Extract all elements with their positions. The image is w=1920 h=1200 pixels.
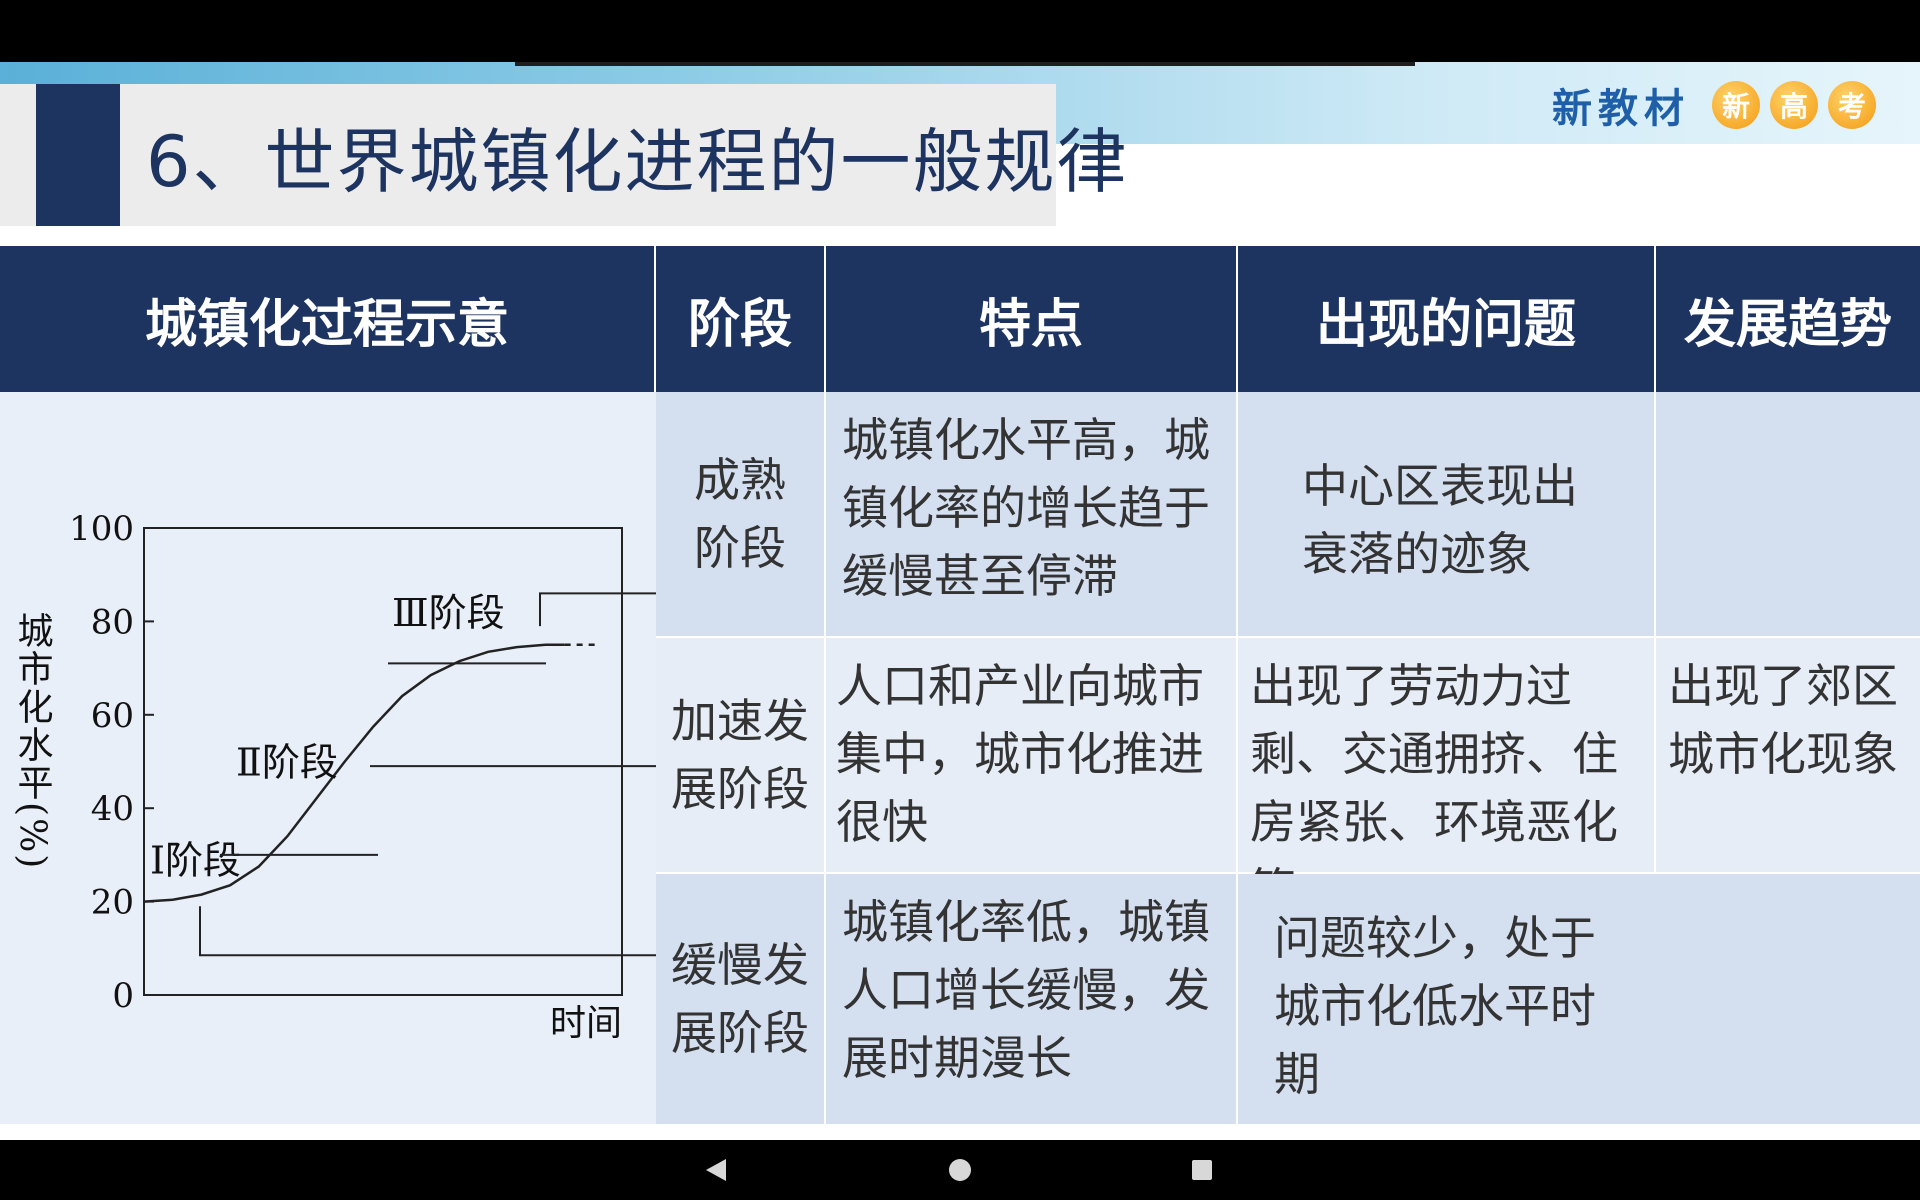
urbanization-table: 城镇化过程示意 阶段 特点 出现的问题 发展趋势 0 20 40 60 80 100 城市化… xyxy=(0,246,1920,1140)
header-stage: 阶段 xyxy=(656,246,826,392)
y-tick-label: 40 xyxy=(91,789,134,829)
features-slow: 城镇化率低，城镇人口增长缓慢，发展时期漫长 xyxy=(826,874,1238,1124)
y-tick-label: 0 xyxy=(112,976,134,1016)
stage-1-label: Ⅰ阶段 xyxy=(150,839,241,883)
leader-line-mature xyxy=(539,592,656,627)
slide: 6、世界城镇化进程的一般规律 新教材 新 高 考 城镇化过程示意 阶段 特点 出… xyxy=(0,62,1920,1140)
title-accent-bar xyxy=(36,84,120,226)
header-features: 特点 xyxy=(826,246,1238,392)
trend-mature xyxy=(1656,392,1920,638)
problems-slow: 问题较少，处于城市化低水平时期 xyxy=(1238,874,1920,1124)
stage-accelerating: 加速发展阶段 xyxy=(656,638,826,874)
recents-icon xyxy=(1192,1160,1212,1180)
y-axis-label: 城市化水平(%) xyxy=(12,612,53,870)
back-icon xyxy=(706,1159,726,1181)
slide-title: 6、世界城镇化进程的一般规律 xyxy=(146,121,1129,203)
y-tick-label: 60 xyxy=(91,696,134,736)
brand-circle-2: 高 xyxy=(1770,81,1818,129)
problems-accelerating: 出现了劳动力过剩、交通拥挤、住房紧张、环境恶化等 xyxy=(1238,638,1656,917)
home-icon xyxy=(949,1159,971,1181)
header-trend: 发展趋势 xyxy=(1656,246,1920,392)
features-mature: 城镇化水平高，城镇化率的增长趋于缓慢甚至停滞 xyxy=(826,392,1238,638)
nav-back-button[interactable] xyxy=(694,1148,738,1192)
nav-home-button[interactable] xyxy=(938,1148,982,1192)
y-tick-label: 100 xyxy=(69,509,134,549)
plot-frame xyxy=(143,527,623,996)
urbanization-curve-chart: 0 20 40 60 80 100 城市化水平(%) 时间 Ⅰ阶段 Ⅱ阶段 Ⅲ阶段 xyxy=(12,509,656,1044)
brand-text: 新教材 xyxy=(1552,86,1690,132)
stage-mature: 成熟阶段 xyxy=(656,392,826,638)
stage-2-label: Ⅱ阶段 xyxy=(236,741,338,785)
brand-circle-1: 新 xyxy=(1712,81,1760,129)
top-line xyxy=(515,62,1415,66)
brand-circle-3: 考 xyxy=(1828,81,1876,129)
leader-line-slow xyxy=(199,906,656,957)
stage-slow: 缓慢发展阶段 xyxy=(656,874,826,1124)
trend-accelerating: 出现了郊区城市化现象 xyxy=(1656,638,1920,874)
features-accelerating: 人口和产业向城市集中，城市化推进很快 xyxy=(826,638,1238,874)
chart-cell: 0 20 40 60 80 100 城市化水平(%) 时间 Ⅰ阶段 Ⅱ阶段 Ⅲ阶段 xyxy=(0,392,656,1124)
nav-recents-button[interactable] xyxy=(1180,1148,1224,1192)
header-problems: 出现的问题 xyxy=(1238,246,1656,392)
stage-3-label: Ⅲ阶段 xyxy=(392,591,505,635)
x-axis-label: 时间 xyxy=(550,1003,622,1044)
brand-logo: 新教材 新 高 考 xyxy=(1552,76,1876,134)
problems-mature: 中心区表现出衰落的迹象 xyxy=(1238,392,1656,638)
header-diagram: 城镇化过程示意 xyxy=(0,246,656,392)
y-tick-label: 80 xyxy=(91,602,134,642)
y-tick-label: 20 xyxy=(91,883,134,923)
